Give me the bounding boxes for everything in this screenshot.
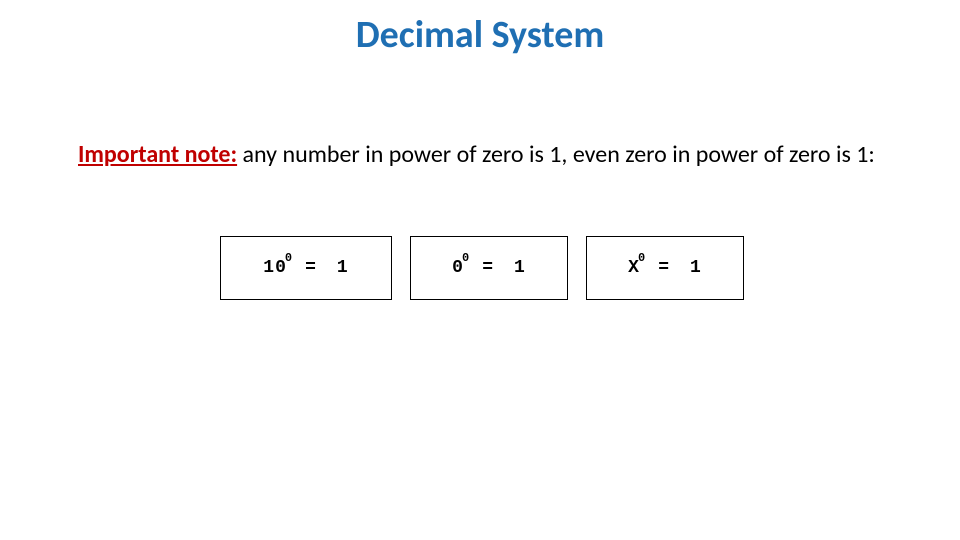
equation-box: X0 = 1	[586, 236, 744, 300]
equation-box: 100 = 1	[220, 236, 392, 300]
eq-exponent: 0	[638, 251, 646, 265]
eq-equals: =	[305, 258, 317, 278]
equations-row: 100 = 1 00 = 1 X0 = 1	[220, 236, 744, 300]
eq-equals: =	[658, 258, 670, 278]
eq-exponent: 0	[285, 251, 293, 265]
slide: Decimal System Important note: any numbe…	[0, 0, 960, 540]
eq-result: 1	[690, 258, 702, 278]
equation-box: 00 = 1	[410, 236, 568, 300]
eq-result: 1	[337, 258, 349, 278]
eq-equals: =	[482, 258, 494, 278]
note-text: any number in power of zero is 1, even z…	[237, 140, 875, 169]
slide-title: Decimal System	[0, 12, 960, 58]
important-note: Important note: any number in power of z…	[78, 140, 888, 170]
eq-base: 10	[263, 258, 287, 278]
eq-exponent: 0	[462, 251, 470, 265]
note-label: Important note:	[78, 140, 237, 169]
eq-result: 1	[514, 258, 526, 278]
